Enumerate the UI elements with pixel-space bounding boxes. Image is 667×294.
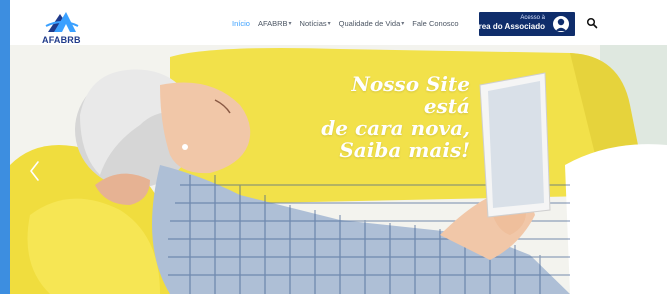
hero-headline: Nosso Site está de cara nova, Saiba mais… — [300, 73, 470, 161]
nav-item-qualidade-de-vida[interactable]: Qualidade de Vida ▾ — [339, 19, 405, 28]
chevron-down-icon: ▾ — [327, 21, 331, 27]
user-icon — [553, 16, 569, 32]
nav-item-afabrb[interactable]: AFABRB ▾ — [258, 19, 292, 28]
associate-big-label: Área do Associado — [472, 22, 545, 31]
nav-item-label: Notícias — [299, 19, 327, 28]
hero-line: de cara nova, — [321, 116, 470, 140]
logo-text: AFABRB — [42, 35, 81, 45]
nav-item-fale-conosco[interactable]: Fale Conosco — [412, 19, 458, 28]
search-icon[interactable] — [586, 16, 598, 29]
nav-item-label: Início — [232, 19, 250, 28]
associate-small-label: Acesso à — [520, 15, 545, 21]
nav-item-noticias[interactable]: Notícias ▾ — [300, 19, 331, 28]
hero-line: Nosso Site está — [351, 72, 470, 118]
chevron-down-icon: ▾ — [401, 21, 405, 27]
chevron-down-icon: ▾ — [288, 21, 292, 27]
carousel-prev-icon[interactable] — [28, 160, 40, 182]
nav-item-label: Qualidade de Vida — [338, 19, 401, 28]
afabrb-logo[interactable]: AFABRB — [40, 8, 84, 45]
associate-area-button[interactable]: Acesso à Área do Associado — [473, 12, 575, 36]
associate-button-text: Acesso à Área do Associado — [473, 15, 545, 32]
nav-item-inicio[interactable]: Início — [232, 19, 250, 28]
main-nav: Início AFABRB ▾ Notícias ▾ Qualidade de … — [232, 19, 467, 28]
logo-mark-icon — [45, 12, 79, 32]
nav-item-label: Fale Conosco — [412, 19, 459, 28]
hero-line: Saiba mais! — [339, 138, 470, 162]
hero-banner[interactable]: Nosso Site está de cara nova, Saiba mais… — [10, 45, 667, 294]
nav-item-label: AFABRB — [257, 19, 288, 28]
site-header: AFABRB Início AFABRB ▾ Notícias ▾ Qualid… — [10, 0, 667, 45]
